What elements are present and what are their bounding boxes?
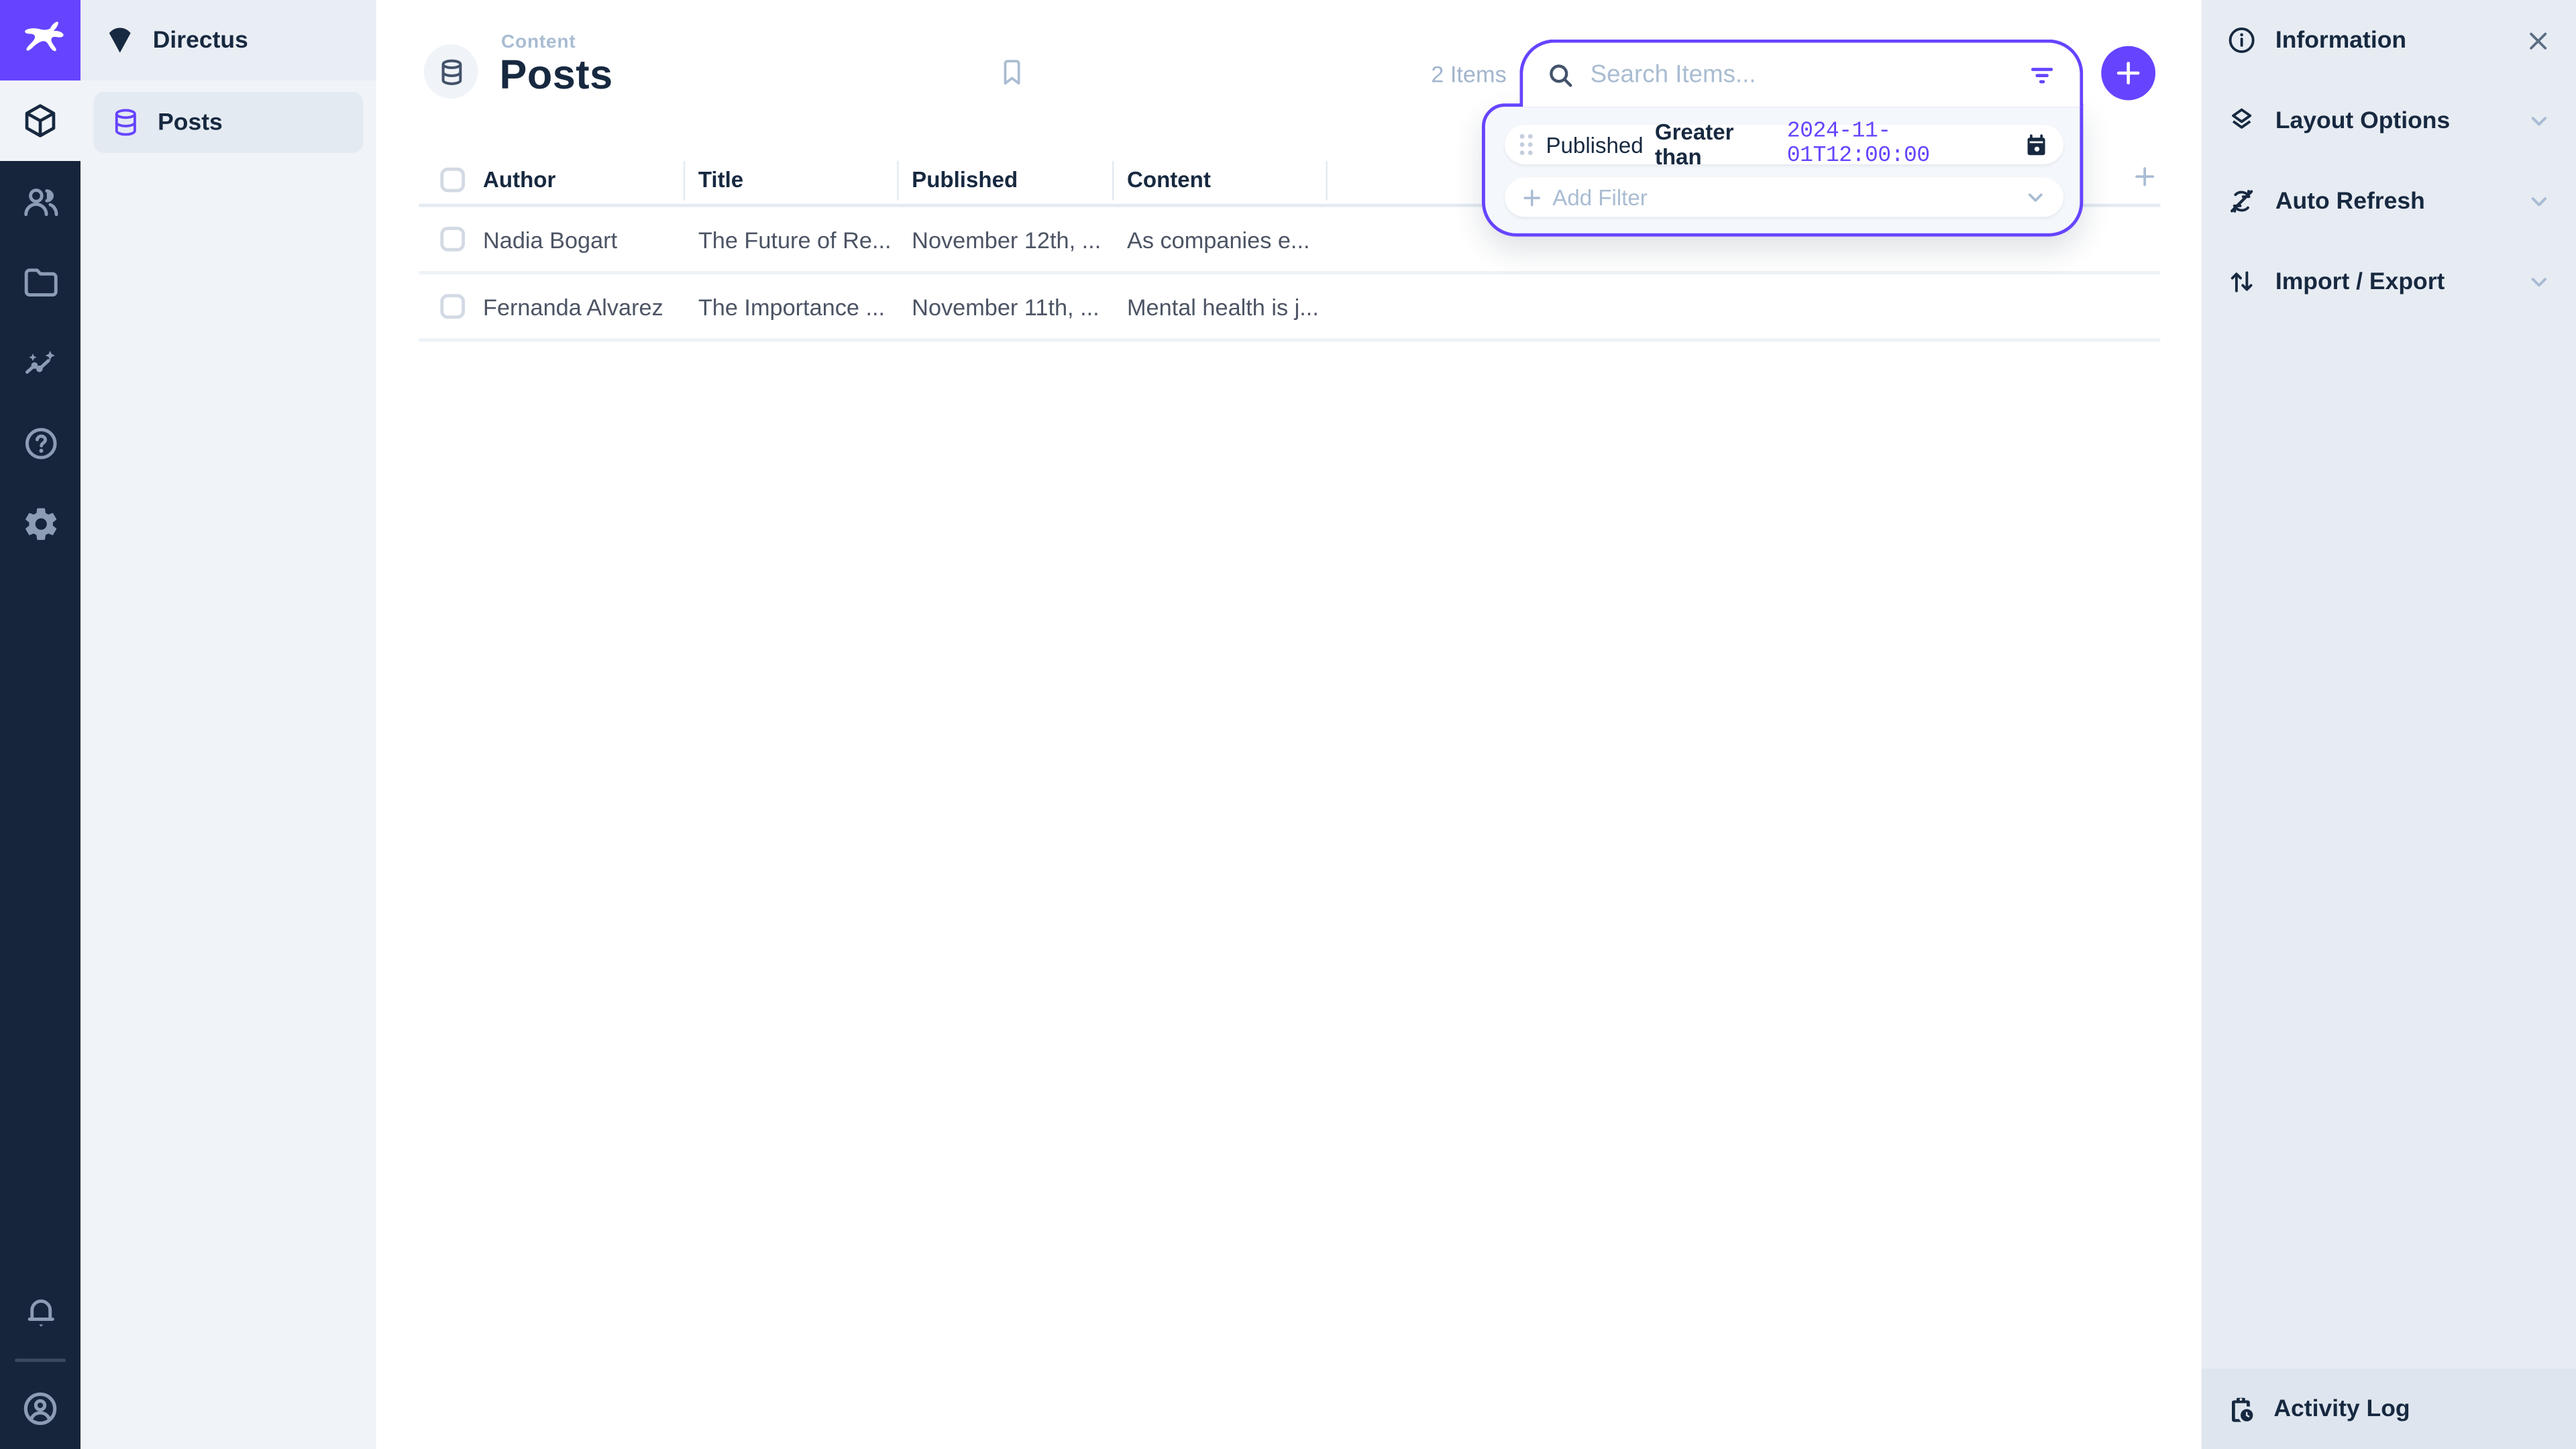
content-module-icon	[21, 102, 59, 140]
help-module-icon	[21, 423, 60, 463]
module-files[interactable]	[0, 241, 80, 322]
plus-icon	[2112, 58, 2144, 89]
chevron-down-icon	[2527, 189, 2552, 214]
column-header-title[interactable]: Title	[698, 168, 912, 193]
activity-log-label: Activity Log	[2273, 1395, 2551, 1421]
drag-handle-icon[interactable]	[1518, 133, 1534, 156]
chevron-down-icon	[2024, 186, 2047, 209]
activity-log-icon	[2226, 1394, 2255, 1424]
sidebar-section-auto-refresh[interactable]: Auto Refresh	[2202, 161, 2576, 241]
sidebar-section-layout-options[interactable]: Layout Options	[2202, 80, 2576, 161]
sidebar-section-information[interactable]: Information	[2202, 0, 2576, 80]
activity-log-button[interactable]: Activity Log	[2202, 1368, 2576, 1449]
add-filter-label: Add Filter	[1552, 185, 2014, 210]
main-content: Content Posts 2 Items Published Greater …	[376, 0, 2202, 1449]
page-title: Posts	[499, 52, 612, 100]
cell-title: The Future of Re...	[698, 226, 912, 252]
module-insights[interactable]	[0, 322, 80, 402]
chevron-down-icon	[2527, 270, 2552, 294]
add-filter-button[interactable]: Add Filter	[1505, 177, 2063, 217]
module-bar-divider	[15, 1358, 66, 1362]
project-icon	[103, 24, 136, 57]
import-export-icon	[2226, 266, 2257, 298]
settings-module-icon	[21, 504, 60, 543]
account-button[interactable]	[0, 1368, 80, 1449]
module-content[interactable]	[0, 80, 80, 161]
items-count: 2 Items	[1362, 61, 1507, 87]
search-input[interactable]	[1591, 61, 2012, 89]
select-all-checkbox[interactable]	[440, 168, 465, 193]
table-row[interactable]: Fernanda Alvarez The Importance ... Nove…	[419, 274, 2160, 341]
sidebar-spacer	[2202, 322, 2576, 1368]
cell-content: As companies e...	[1127, 226, 1340, 252]
directus-logo[interactable]	[0, 0, 80, 80]
files-module-icon	[21, 262, 60, 302]
layers-icon	[2226, 105, 2257, 137]
calendar-icon[interactable]	[2024, 132, 2049, 157]
module-users[interactable]	[0, 161, 80, 241]
module-bar	[0, 0, 80, 1449]
add-column-button[interactable]	[2131, 162, 2159, 191]
sidebar-section-label: Auto Refresh	[2275, 188, 2509, 214]
cell-published: November 11th, ...	[912, 293, 1127, 319]
row-checkbox[interactable]	[440, 227, 465, 252]
collection-database-icon	[436, 56, 466, 86]
filter-list-icon[interactable]	[2027, 60, 2057, 89]
sidebar-section-import-export[interactable]: Import / Export	[2202, 241, 2576, 322]
chevron-down-icon	[2527, 109, 2552, 133]
rabbit-logo-icon	[15, 15, 64, 64]
column-header-content[interactable]: Content	[1127, 168, 1340, 193]
filter-field[interactable]: Published	[1546, 132, 1643, 157]
search-icon	[1546, 60, 1575, 89]
search-bar	[1519, 40, 2083, 107]
cell-title: The Importance ...	[698, 293, 912, 319]
avatar-icon	[19, 1388, 60, 1429]
directus-app-window: Directus Posts Content Posts 2 Items	[0, 0, 2576, 1449]
notifications-button[interactable]	[0, 1272, 80, 1352]
module-settings[interactable]	[0, 483, 80, 564]
users-module-icon	[21, 182, 60, 221]
cell-published: November 12th, ...	[912, 226, 1127, 252]
sidebar-section-label: Information	[2275, 27, 2507, 53]
cell-content: Mental health is j...	[1127, 293, 1340, 319]
right-sidebar: Information Layout Options Auto Refresh	[2202, 0, 2576, 1449]
project-header[interactable]: Directus	[80, 0, 376, 80]
row-checkbox[interactable]	[440, 294, 465, 319]
filter-panel: Published Greater than 2024-11-01T12:00:…	[1482, 103, 2083, 236]
bookmark-icon[interactable]	[998, 58, 1027, 87]
navigation-panel: Directus Posts	[80, 0, 376, 1449]
sidebar-item-posts[interactable]: Posts	[94, 92, 364, 153]
plus-icon	[1521, 186, 1543, 208]
sync-disabled-icon	[2226, 186, 2257, 217]
info-icon	[2226, 25, 2257, 56]
insights-module-icon	[21, 343, 60, 382]
project-name: Directus	[153, 27, 248, 53]
close-icon[interactable]	[2525, 27, 2551, 53]
column-header-published[interactable]: Published	[912, 168, 1127, 193]
cell-author: Nadia Bogart	[483, 226, 698, 252]
add-item-button[interactable]	[2101, 46, 2155, 101]
module-bar-spacer	[0, 564, 80, 1272]
sidebar-section-label: Import / Export	[2275, 268, 2509, 294]
collection-icon-button[interactable]	[424, 44, 478, 99]
sidebar-section-label: Layout Options	[2275, 107, 2509, 133]
cell-author: Fernanda Alvarez	[483, 293, 698, 319]
module-help[interactable]	[0, 402, 80, 483]
bell-icon	[21, 1292, 60, 1332]
column-header-author[interactable]: Author	[483, 168, 698, 193]
breadcrumb[interactable]: Content	[501, 33, 576, 52]
nav-item-label: Posts	[158, 109, 223, 136]
filter-value[interactable]: 2024-11-01T12:00:00	[1787, 120, 2012, 169]
filter-operator[interactable]: Greater than	[1655, 120, 1776, 169]
filter-rule[interactable]: Published Greater than 2024-11-01T12:00:…	[1505, 125, 2063, 164]
database-icon	[110, 107, 142, 138]
